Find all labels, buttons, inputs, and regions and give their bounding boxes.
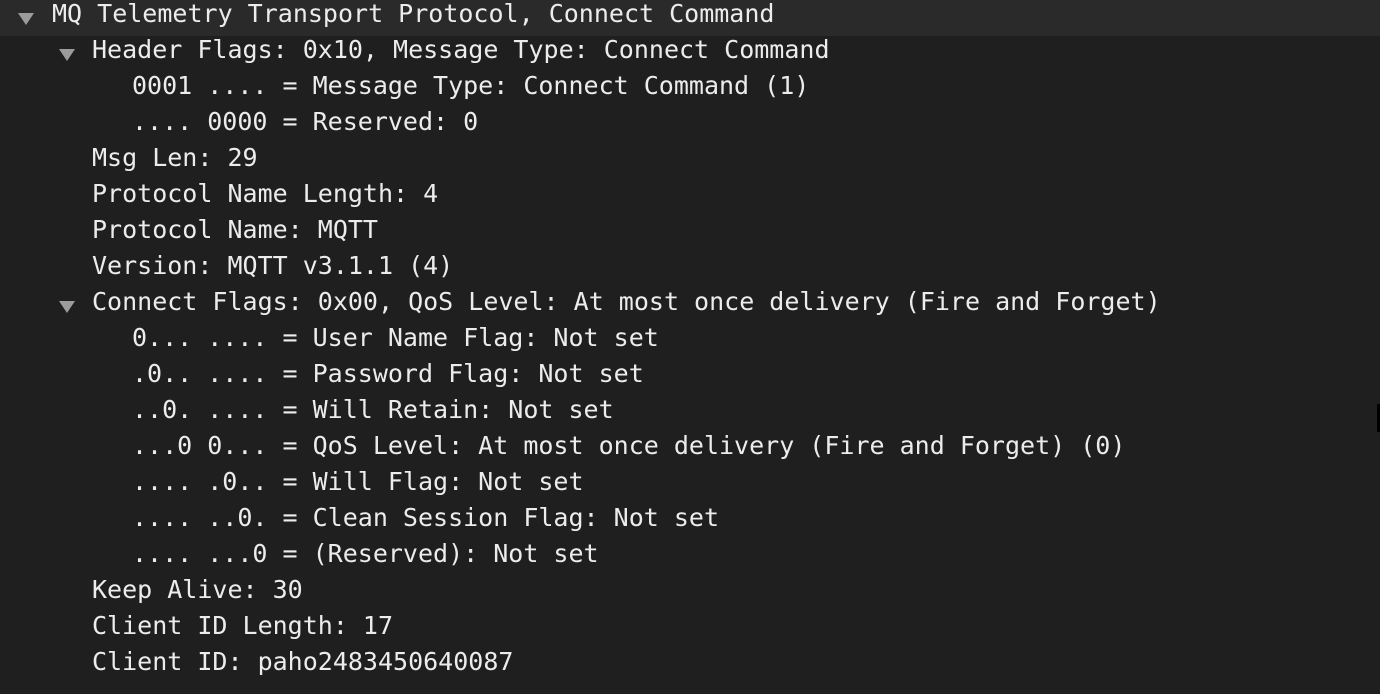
- tree-row-client-id-length[interactable]: Client ID Length: 17: [0, 611, 1380, 648]
- tree-row-flags-reserved[interactable]: .... ...0 = (Reserved): Not set: [0, 539, 1380, 576]
- tree-label-connect-flags: Connect Flags: 0x00, QoS Level: At most …: [92, 287, 1161, 316]
- tree-row-message-type[interactable]: 0001 .... = Message Type: Connect Comman…: [0, 71, 1380, 108]
- tree-label-version: Version: MQTT v3.1.1 (4): [92, 251, 454, 280]
- tree-row-will-flag[interactable]: .... .0.. = Will Flag: Not set: [0, 467, 1380, 504]
- tree-row-qos-level[interactable]: ...0 0... = QoS Level: At most once deli…: [0, 431, 1380, 468]
- tree-label-protocol-name: Protocol Name: MQTT: [92, 215, 378, 244]
- tree-label-qos-level: ...0 0... = QoS Level: At most once deli…: [132, 431, 1126, 460]
- tree-row-password-flag[interactable]: .0.. .... = Password Flag: Not set: [0, 359, 1380, 396]
- tree-row-connect-flags[interactable]: Connect Flags: 0x00, QoS Level: At most …: [0, 287, 1380, 324]
- tree-label-will-retain: ..0. .... = Will Retain: Not set: [132, 395, 614, 424]
- tree-label-keep-alive: Keep Alive: 30: [92, 575, 303, 604]
- tree-row-keep-alive[interactable]: Keep Alive: 30: [0, 575, 1380, 612]
- tree-label-will-flag: .... .0.. = Will Flag: Not set: [132, 467, 584, 496]
- tree-label-clean-session-flag: .... ..0. = Clean Session Flag: Not set: [132, 503, 719, 532]
- packet-details-tree: MQ Telemetry Transport Protocol, Connect…: [0, 0, 1380, 694]
- tree-label-msg-len: Msg Len: 29: [92, 143, 258, 172]
- tree-row-protocol-name-length[interactable]: Protocol Name Length: 4: [0, 179, 1380, 216]
- expand-triangle-icon[interactable]: [56, 288, 78, 324]
- tree-label-protocol-name-length: Protocol Name Length: 4: [92, 179, 439, 208]
- tree-label-flags-reserved: .... ...0 = (Reserved): Not set: [132, 539, 599, 568]
- tree-label-header-reserved: .... 0000 = Reserved: 0: [132, 107, 479, 136]
- tree-label-mqtt: MQ Telemetry Transport Protocol, Connect…: [52, 0, 775, 28]
- tree-row-msg-len[interactable]: Msg Len: 29: [0, 143, 1380, 180]
- tree-label-client-id: Client ID: paho2483450640087: [92, 647, 514, 676]
- tree-row-client-id[interactable]: Client ID: paho2483450640087: [0, 647, 1380, 684]
- tree-label-password-flag: .0.. .... = Password Flag: Not set: [132, 359, 644, 388]
- tree-row-header-flags[interactable]: Header Flags: 0x10, Message Type: Connec…: [0, 35, 1380, 72]
- tree-row-protocol-name[interactable]: Protocol Name: MQTT: [0, 215, 1380, 252]
- tree-row-will-retain[interactable]: ..0. .... = Will Retain: Not set: [0, 395, 1380, 432]
- expand-triangle-icon[interactable]: [15, 0, 37, 36]
- tree-label-message-type: 0001 .... = Message Type: Connect Comman…: [132, 71, 810, 100]
- tree-row-clean-session-flag[interactable]: .... ..0. = Clean Session Flag: Not set: [0, 503, 1380, 540]
- expand-triangle-icon[interactable]: [56, 36, 78, 72]
- tree-row-header-reserved[interactable]: .... 0000 = Reserved: 0: [0, 107, 1380, 144]
- tree-label-client-id-length: Client ID Length: 17: [92, 611, 394, 640]
- tree-row-user-name-flag[interactable]: 0... .... = User Name Flag: Not set: [0, 323, 1380, 360]
- tree-label-header-flags: Header Flags: 0x10, Message Type: Connec…: [92, 35, 830, 64]
- tree-row-version[interactable]: Version: MQTT v3.1.1 (4): [0, 251, 1380, 288]
- tree-label-user-name-flag: 0... .... = User Name Flag: Not set: [132, 323, 659, 352]
- tree-row-mqtt[interactable]: MQ Telemetry Transport Protocol, Connect…: [0, 0, 1380, 36]
